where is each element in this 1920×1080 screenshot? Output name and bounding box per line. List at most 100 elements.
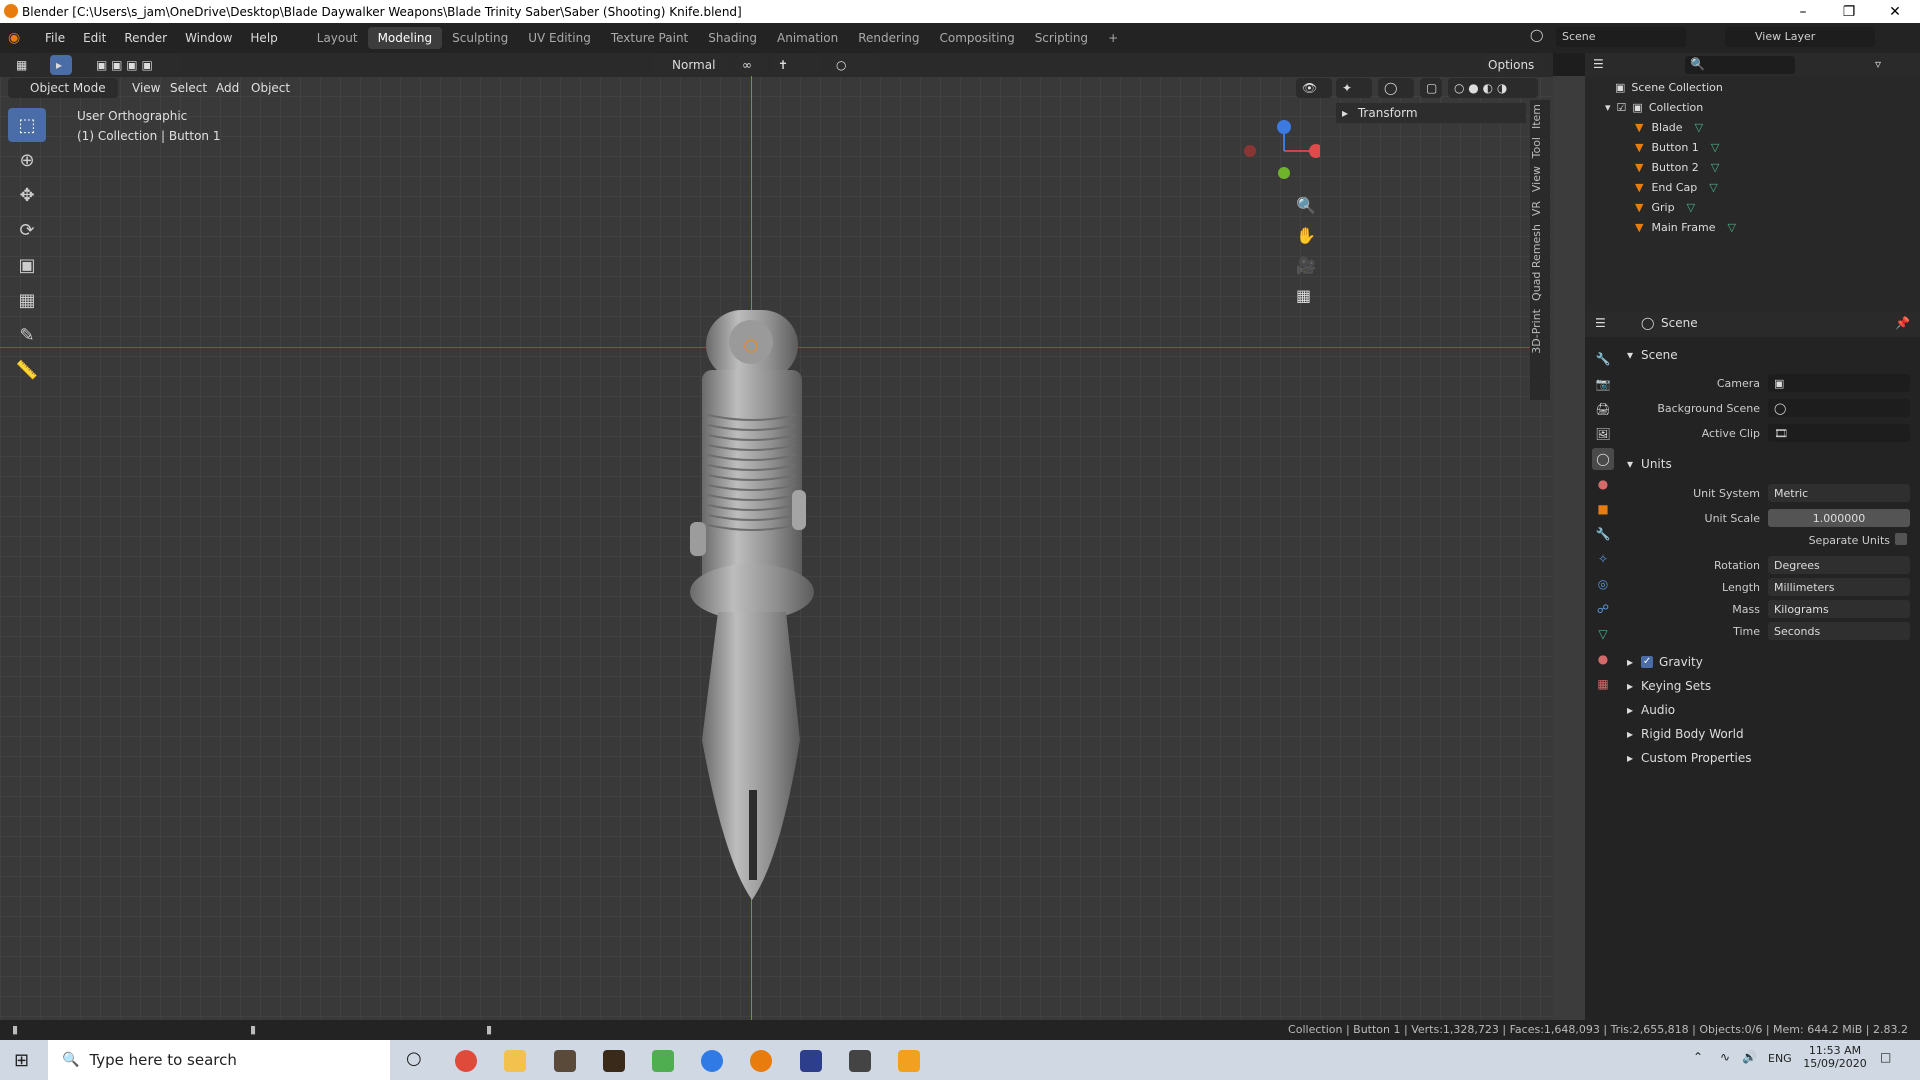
options-button[interactable]: Options: [1482, 55, 1544, 75]
overlay-toggle-icon[interactable]: ◯: [1378, 78, 1414, 98]
texture-properties-icon[interactable]: ▦: [1592, 673, 1614, 695]
camera-view-icon[interactable]: 🎥: [1296, 256, 1324, 286]
windows-start-icon[interactable]: ⊞: [14, 1050, 29, 1071]
network-icon[interactable]: ∿: [1720, 1050, 1730, 1064]
blender-menu-icon[interactable]: ◉: [8, 30, 36, 46]
keying-sets-section-header[interactable]: ▸ Keying Sets: [1627, 675, 1917, 697]
language-indicator[interactable]: ENG: [1768, 1052, 1792, 1065]
mail-icon[interactable]: [849, 1050, 871, 1072]
ortho-grid-icon[interactable]: ▦: [1296, 286, 1324, 316]
menu-window[interactable]: Window: [176, 31, 241, 45]
outliner-item-main-frame[interactable]: ▼ Main Frame ▽ 👁: [1585, 217, 1920, 237]
pin-icon[interactable]: 📌: [1895, 316, 1910, 330]
rotate-icon[interactable]: ⟳: [8, 213, 46, 247]
gravity-checkbox[interactable]: ✓: [1641, 656, 1654, 668]
tab-texture-paint[interactable]: Texture Paint: [601, 27, 698, 49]
app-icon-5[interactable]: [800, 1050, 822, 1072]
knife-model[interactable]: [680, 300, 830, 910]
orientation-dropdown[interactable]: Normal: [652, 55, 728, 75]
outliner-item-end-cap[interactable]: ▼ End Cap ▽ 👁: [1585, 177, 1920, 197]
pivot-icon[interactable]: ∞: [736, 55, 768, 75]
app-icon-6[interactable]: [898, 1050, 920, 1072]
select-mode-icons[interactable]: ▣ ▣ ▣ ▣: [90, 55, 182, 75]
tab-rendering[interactable]: Rendering: [848, 27, 929, 49]
tab-vr[interactable]: VR: [1530, 197, 1543, 220]
outliner-item-grip[interactable]: ▼ Grip ▽ 👁: [1585, 197, 1920, 217]
gravity-section-header[interactable]: ▸ ✓ Gravity: [1627, 651, 1917, 673]
select-box-icon[interactable]: ⬚: [8, 108, 46, 142]
chrome-icon[interactable]: [455, 1050, 477, 1072]
scene-section-header[interactable]: ▾ Scene: [1627, 344, 1917, 366]
blender-taskbar-icon[interactable]: [750, 1050, 772, 1072]
unit-scale-field[interactable]: 1.000000: [1768, 509, 1910, 527]
menu-render[interactable]: Render: [115, 31, 176, 45]
viewport-menu-add[interactable]: Add: [216, 81, 239, 95]
menu-edit[interactable]: Edit: [74, 31, 115, 45]
tab-sculpting[interactable]: Sculpting: [442, 27, 518, 49]
camera-field[interactable]: ▣: [1768, 374, 1910, 392]
zoom-icon[interactable]: 🔍: [1296, 196, 1324, 226]
view-layer-field[interactable]: View Layer: [1725, 27, 1875, 47]
time-dropdown[interactable]: Seconds: [1768, 622, 1910, 640]
custom-properties-section-header[interactable]: ▸ Custom Properties: [1627, 747, 1917, 769]
mesh-data-icon[interactable]: ▽: [1728, 221, 1736, 234]
units-section-header[interactable]: ▾ Units: [1627, 453, 1917, 475]
notifications-icon[interactable]: □: [1880, 1050, 1891, 1064]
mesh-data-icon[interactable]: ▽: [1711, 161, 1719, 174]
collection-row[interactable]: ▾ ☑ ▣ Collection 👁: [1585, 97, 1920, 117]
separate-units-checkbox[interactable]: [1895, 533, 1907, 545]
tab-scripting[interactable]: Scripting: [1025, 27, 1098, 49]
world-properties-icon[interactable]: ●: [1592, 473, 1614, 495]
clock[interactable]: 11:53 AM 15/09/2020: [1800, 1044, 1870, 1070]
minimize-icon[interactable]: –: [1780, 0, 1826, 23]
modifier-properties-icon[interactable]: 🔧: [1592, 523, 1614, 545]
app-icon-4[interactable]: [701, 1050, 723, 1072]
file-explorer-icon[interactable]: [504, 1050, 526, 1072]
tab-modeling[interactable]: Modeling: [367, 27, 443, 49]
rigid-body-world-section-header[interactable]: ▸ Rigid Body World: [1627, 723, 1917, 745]
pan-hand-icon[interactable]: ✋: [1296, 226, 1324, 256]
view-layer-properties-icon[interactable]: 🖼: [1592, 423, 1614, 445]
add-workspace-icon[interactable]: +: [1098, 27, 1128, 49]
tab-shading[interactable]: Shading: [698, 27, 767, 49]
gizmo-x-icon[interactable]: [1309, 144, 1320, 158]
tab-layout[interactable]: Layout: [307, 27, 368, 49]
properties-editor-icon[interactable]: ☰: [1595, 316, 1606, 330]
app-icon-3[interactable]: [652, 1050, 674, 1072]
expand-arrow-icon[interactable]: ▾: [1605, 101, 1611, 114]
particles-properties-icon[interactable]: ✧: [1592, 548, 1614, 570]
gizmo-y-icon[interactable]: [1278, 167, 1290, 179]
unit-system-dropdown[interactable]: Metric: [1768, 484, 1910, 502]
tray-chevron-icon[interactable]: ⌃: [1693, 1050, 1703, 1064]
gizmo-toggle-icon[interactable]: ✦: [1336, 78, 1372, 98]
tool-properties-icon[interactable]: 🔧: [1592, 348, 1614, 370]
mesh-data-icon[interactable]: ▽: [1687, 201, 1695, 214]
app-icon-1[interactable]: [554, 1050, 576, 1072]
mesh-data-icon[interactable]: ▽: [1709, 181, 1717, 194]
checkbox-icon[interactable]: ☑: [1617, 101, 1627, 114]
xray-toggle-icon[interactable]: ▢: [1420, 78, 1442, 98]
editor-type-icon[interactable]: ▦: [10, 55, 42, 75]
tab-item[interactable]: Item: [1530, 100, 1543, 133]
filter-icon[interactable]: ▿: [1875, 57, 1881, 71]
proportional-edit-icon[interactable]: ○: [830, 55, 880, 75]
mesh-data-icon[interactable]: ▽: [1711, 141, 1719, 154]
scene-collection-row[interactable]: ▣ Scene Collection: [1585, 77, 1920, 97]
render-properties-icon[interactable]: 📷: [1592, 373, 1614, 395]
transform-panel[interactable]: ▸ Transform: [1336, 103, 1526, 123]
transform-icon[interactable]: ▦: [8, 283, 46, 317]
material-properties-icon[interactable]: ●: [1592, 648, 1614, 670]
area-divider[interactable]: [1553, 76, 1585, 1020]
restore-icon[interactable]: ❐: [1826, 0, 1872, 23]
taskbar-search[interactable]: 🔍 Type here to search: [48, 1040, 390, 1080]
cursor-icon[interactable]: ⊕: [8, 143, 46, 177]
shading-mode-icons[interactable]: ○ ● ◐ ◑: [1448, 78, 1538, 98]
gizmo-z-icon[interactable]: [1277, 120, 1291, 134]
viewport-menu-object[interactable]: Object: [251, 81, 290, 95]
viewport-menu-view[interactable]: View: [132, 81, 160, 95]
volume-icon[interactable]: 🔊: [1742, 1050, 1757, 1064]
snap-icon[interactable]: ✝: [772, 55, 822, 75]
mesh-data-icon[interactable]: ▽: [1695, 121, 1703, 134]
object-properties-icon[interactable]: ■: [1592, 498, 1614, 520]
tab-view[interactable]: View: [1530, 162, 1543, 196]
